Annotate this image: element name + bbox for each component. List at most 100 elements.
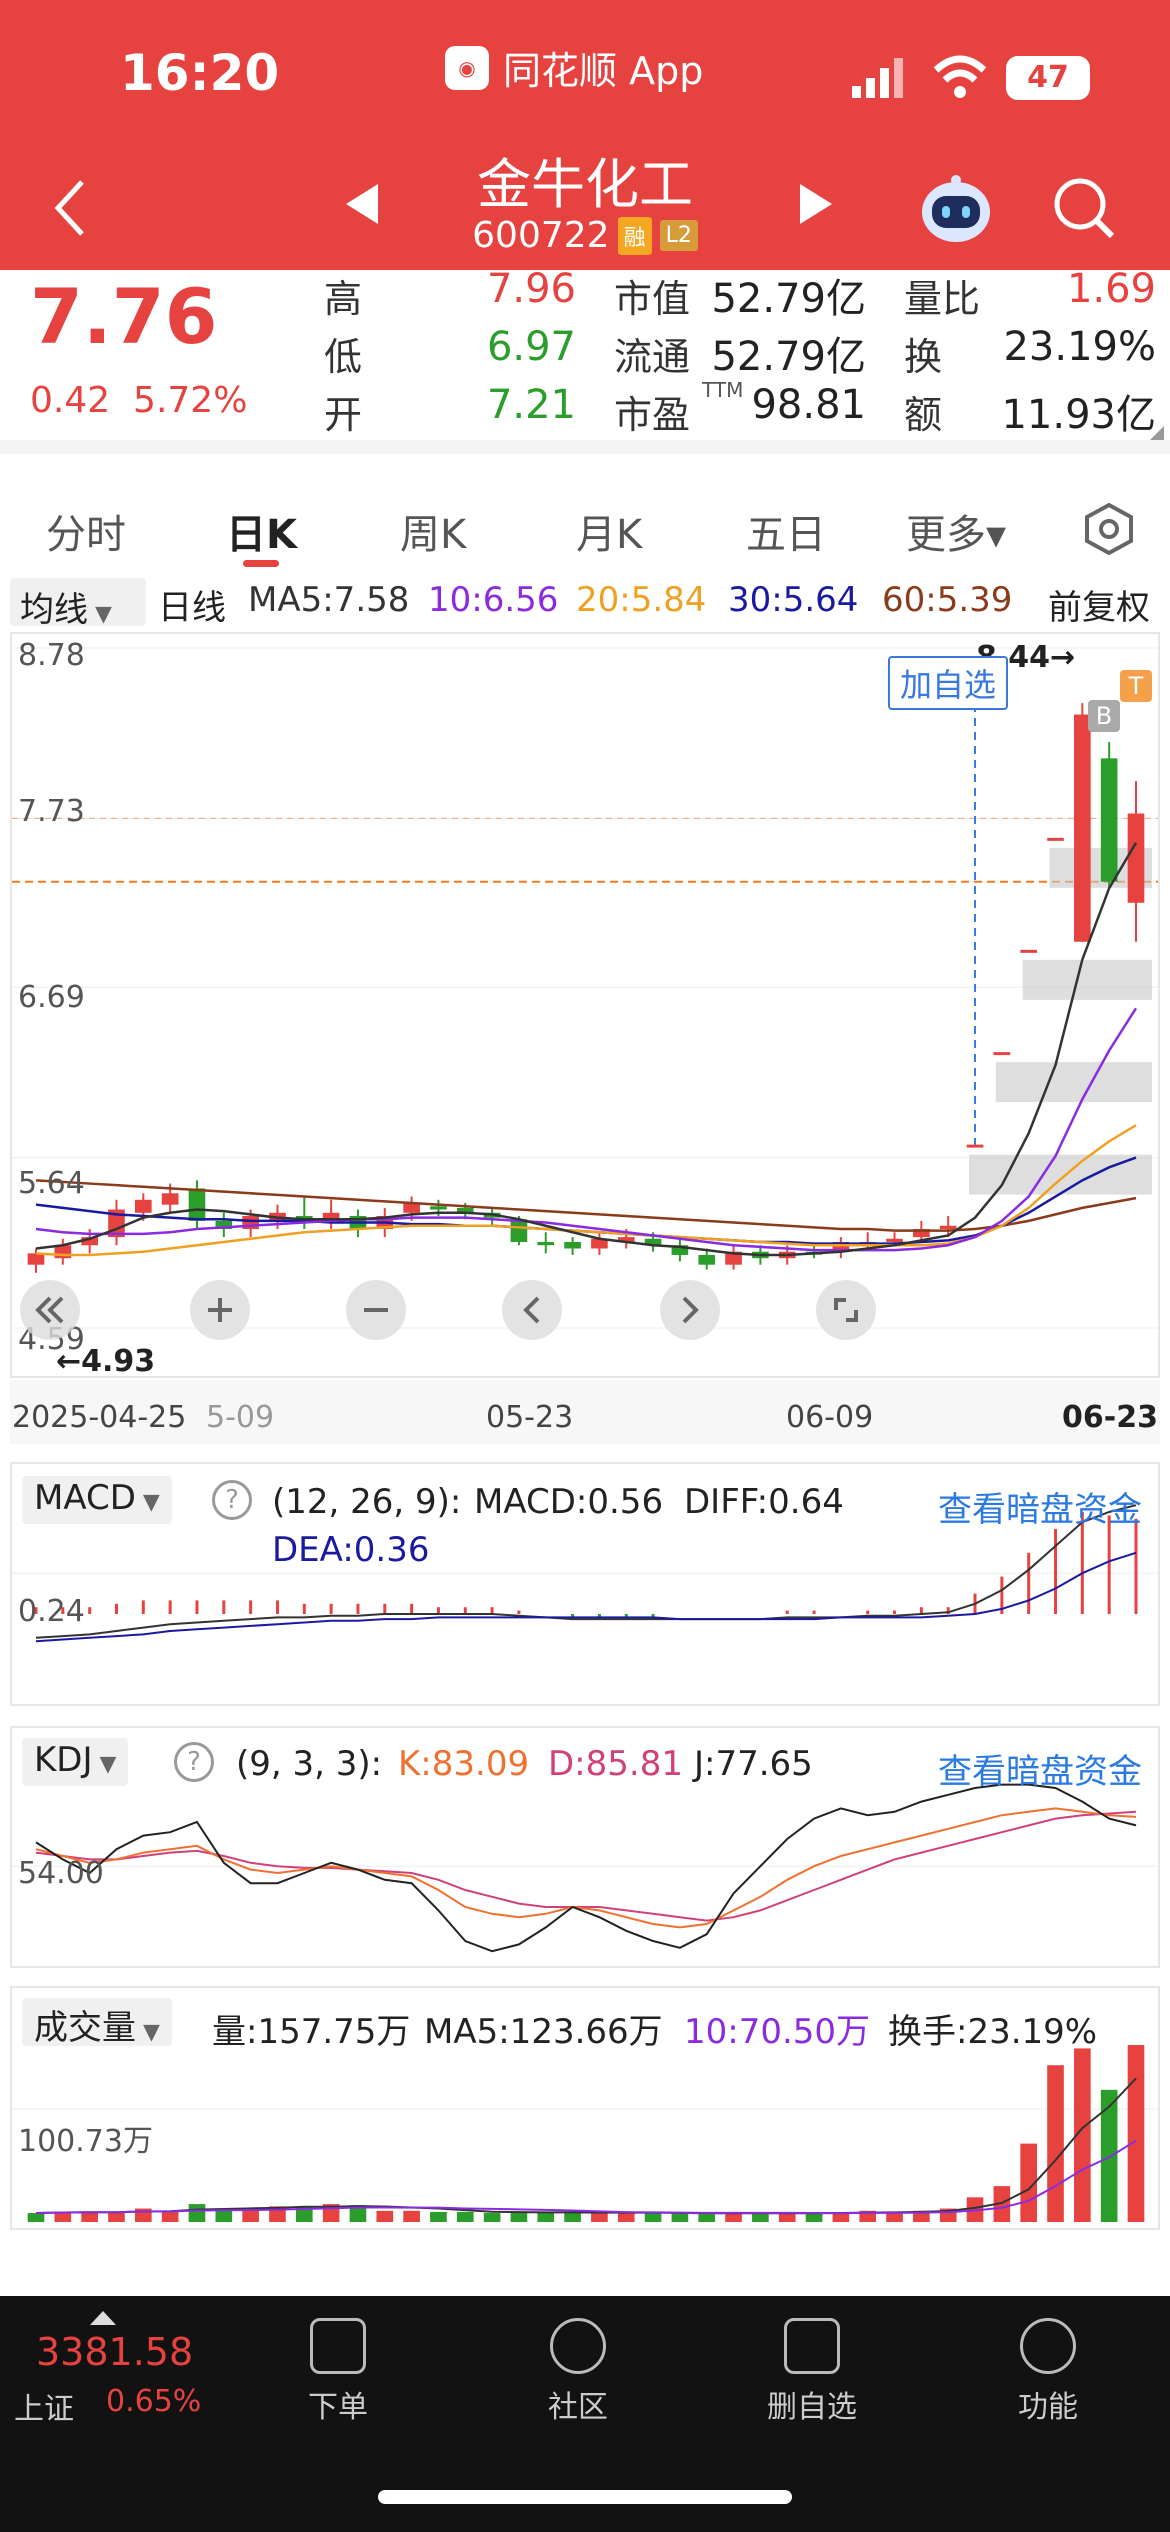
volume-selector[interactable]: 成交量 ▼ — [22, 1998, 172, 2048]
kdj-y-tick: 54.00 — [18, 1856, 104, 1891]
active-tab-indicator — [243, 560, 279, 567]
candle-body — [1127, 813, 1145, 903]
status-app-indicator[interactable]: ◉ 同花顺 App — [445, 40, 703, 95]
pe-ttm-sup: TTM — [702, 378, 744, 402]
volume-ratio-label: 量比 — [904, 277, 981, 321]
candle-body — [993, 1052, 1011, 1056]
help-icon[interactable]: ? — [212, 1480, 252, 1520]
star-icon — [550, 2318, 606, 2374]
y-tick-label: 5.64 — [18, 1166, 85, 1201]
candle-body — [1020, 949, 1037, 953]
volume-bar — [617, 2213, 635, 2222]
x-tick-label: 06-23 — [1062, 1400, 1158, 1435]
kline-panel[interactable] — [10, 632, 1160, 1378]
tab-daily-k[interactable]: 日K — [226, 502, 297, 560]
index-name: 上证 — [14, 2392, 74, 2427]
ma30-value: 30:5.64 — [728, 580, 859, 620]
tab-weekly-k[interactable]: 周K — [400, 502, 466, 560]
mcap-value: 52.79亿 — [711, 276, 866, 322]
kdj-params: (9, 3, 3): — [236, 1744, 383, 1784]
zoom-in-icon[interactable] — [190, 1280, 250, 1340]
t-marker[interactable]: T — [1120, 670, 1152, 702]
rewind-icon[interactable] — [20, 1280, 80, 1340]
stock-code-row: 600722 融 L2 — [0, 215, 1170, 256]
signal-icon — [852, 58, 906, 98]
order-label: 下单 — [308, 2390, 368, 2425]
j-value: J:77.65 — [694, 1744, 813, 1784]
candle-body — [430, 1206, 447, 1210]
turnover-label: 换 — [904, 335, 943, 379]
margin-tag: 融 — [617, 216, 652, 255]
order-button[interactable]: 下单 — [278, 2318, 398, 2426]
change-pct: 5.72% — [133, 380, 248, 421]
macd-value: MACD:0.56 — [474, 1482, 664, 1522]
amount-value: 11.93亿 — [1001, 392, 1156, 438]
kline-chart[interactable] — [12, 634, 1158, 1376]
dark-pool-link[interactable]: 查看暗盘资金 — [938, 1744, 1142, 1793]
candle-body — [966, 1144, 984, 1148]
status-time: 16:20 — [120, 44, 280, 102]
volume-value: 量:157.75万 — [212, 2012, 411, 2052]
level2-tag: L2 — [659, 220, 698, 251]
adjust-mode[interactable]: 前复权 — [1048, 580, 1150, 629]
tab-intraday[interactable]: 分时 — [46, 502, 126, 560]
buy-marker[interactable]: B — [1088, 700, 1120, 732]
ma-selector[interactable]: 均线 ▼ — [10, 578, 146, 630]
minus-box-icon — [784, 2318, 840, 2374]
index-value[interactable]: 3381.58 — [36, 2330, 193, 2374]
robot-assistant-icon[interactable] — [918, 172, 994, 252]
amount-label: 额 — [904, 393, 943, 437]
candle-body — [886, 1238, 903, 1242]
period-tabs: 分时 日K 周K 月K 五日 更多▾ — [0, 440, 1170, 558]
tab-monthly-k[interactable]: 月K — [576, 502, 642, 560]
volume-bar — [403, 2210, 420, 2222]
remove-watchlist-label: 删自选 — [767, 2390, 857, 2425]
float-value: 52.79亿 — [711, 334, 866, 380]
volume-ma5-line — [35, 2077, 1137, 2215]
chip-distribution-bar — [1022, 959, 1152, 1000]
document-icon — [310, 2318, 366, 2374]
volume-bar — [644, 2213, 662, 2222]
scroll-left-icon[interactable] — [502, 1280, 562, 1340]
y-tick-label: 6.69 — [18, 980, 85, 1015]
volume-bar — [537, 2211, 555, 2222]
community-label: 社区 — [548, 2390, 608, 2425]
volume-ma10: 10:70.50万 — [684, 2012, 871, 2052]
candle-body — [510, 1219, 528, 1242]
candle-body — [188, 1188, 206, 1221]
next-stock-icon[interactable] — [796, 182, 836, 230]
volume-y-tick: 100.73万 — [18, 2124, 153, 2159]
function-button[interactable]: 功能 — [988, 2318, 1108, 2426]
diff-value: DIFF:0.64 — [684, 1482, 844, 1522]
remove-watchlist-button[interactable]: 删自选 — [752, 2318, 872, 2426]
wifi-icon — [932, 54, 988, 102]
tab-five-day[interactable]: 五日 — [746, 502, 826, 560]
community-button[interactable]: 社区 — [518, 2318, 638, 2426]
dea-value: DEA:0.36 — [272, 1530, 430, 1570]
settings-hexagon-icon[interactable] — [1082, 502, 1136, 560]
help-icon[interactable]: ? — [174, 1742, 214, 1782]
scroll-right-icon[interactable] — [660, 1280, 720, 1340]
x-tick-label: 06-09 — [786, 1400, 874, 1435]
dark-pool-link[interactable]: 查看暗盘资金 — [938, 1482, 1142, 1531]
menu-icon — [1020, 2318, 1076, 2374]
zoom-out-icon[interactable] — [346, 1280, 406, 1340]
add-watchlist-button[interactable]: 加自选 — [888, 656, 1009, 710]
search-icon[interactable] — [1052, 176, 1118, 246]
macd-selector[interactable]: MACD ▼ — [22, 1476, 172, 1524]
price-change: 0.42 5.72% — [30, 380, 247, 421]
volume-bar — [725, 2213, 742, 2222]
fullscreen-icon[interactable] — [816, 1280, 876, 1340]
volume-bar — [1127, 2045, 1145, 2222]
volume-bar — [510, 2213, 528, 2222]
volume-bar — [778, 2213, 796, 2222]
battery-icon: 47 — [1006, 56, 1090, 100]
kdj-selector[interactable]: KDJ ▼ — [22, 1738, 129, 1786]
volume-bar — [805, 2213, 823, 2222]
volume-bar — [671, 2213, 689, 2222]
dea-line — [35, 1551, 1137, 1643]
stock-name: 金牛化工 — [477, 153, 693, 216]
tab-more[interactable]: 更多▾ — [906, 502, 1006, 560]
volume-ratio-value: 1.69 — [1066, 266, 1156, 312]
volume-bar — [81, 2211, 98, 2222]
